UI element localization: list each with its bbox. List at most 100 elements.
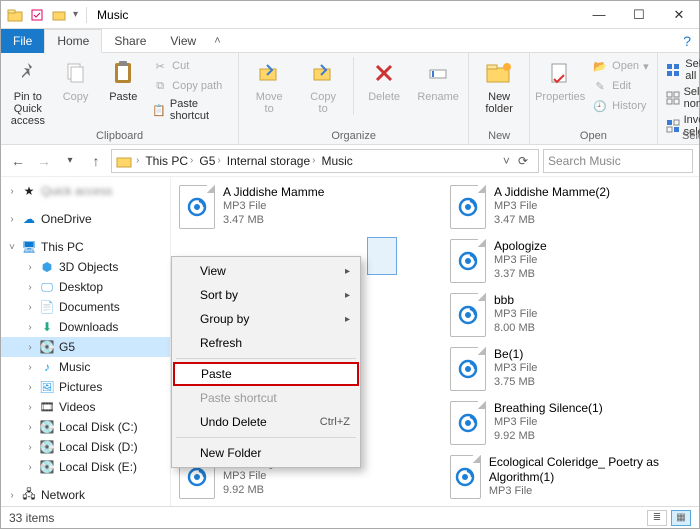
copy-to-icon	[307, 57, 339, 89]
maximize-button[interactable]: ☐	[619, 1, 659, 29]
file-item[interactable]: ApologizeMP3 File3.37 MB	[450, 239, 691, 283]
nav-3dobjects[interactable]: ›⬢3D Objects	[1, 257, 170, 277]
file-item[interactable]: A Jiddishe Mamme(2)MP3 File3.47 MB	[450, 185, 691, 229]
minimize-button[interactable]: —	[579, 1, 619, 29]
paste-button[interactable]: Paste	[102, 57, 144, 103]
tab-view[interactable]: View	[158, 29, 208, 53]
ribbon-tabs: File Home Share View ˄ ?	[1, 29, 699, 53]
mp3-file-icon	[450, 239, 486, 283]
recent-locations-button[interactable]: ▾	[59, 150, 81, 172]
select-all-button[interactable]: Select all	[664, 57, 700, 83]
address-dropdown-icon[interactable]: ˅	[503, 154, 510, 168]
select-none-button[interactable]: Select none	[664, 85, 700, 111]
close-button[interactable]: ✕	[659, 1, 699, 29]
file-item[interactable]: A Jiddishe MammeMP3 File3.47 MB	[179, 185, 420, 229]
mp3-file-icon	[450, 401, 486, 445]
pin-icon	[12, 57, 44, 89]
nav-disk-d[interactable]: ›💽Local Disk (D:)	[1, 437, 170, 457]
status-bar: 33 items ≣ ▦	[1, 506, 699, 528]
crumb-thispc[interactable]: This PC›	[143, 154, 195, 168]
star-icon: ★	[21, 183, 37, 199]
ctx-view[interactable]: View▸	[174, 259, 358, 283]
delete-button[interactable]: Delete	[360, 57, 408, 103]
copy-button[interactable]: Copy	[55, 57, 97, 103]
ctx-paste[interactable]: Paste	[173, 362, 359, 386]
ctx-refresh[interactable]: Refresh	[174, 331, 358, 355]
tab-home[interactable]: Home	[44, 29, 102, 53]
nav-disk-e[interactable]: ›💽Local Disk (E:)	[1, 457, 170, 477]
tab-file[interactable]: File	[1, 29, 44, 53]
file-size: 3.37 MB	[494, 268, 547, 282]
ctx-undo-delete[interactable]: Undo DeleteCtrl+Z	[174, 410, 358, 434]
cloud-icon: ☁	[21, 211, 37, 227]
history-button[interactable]: 🕘History	[590, 97, 650, 115]
nav-g5[interactable]: ›💽G5	[1, 337, 170, 357]
forward-button[interactable]: →	[33, 150, 55, 172]
copy-path-button[interactable]: ⧉Copy path	[150, 77, 232, 95]
qat-properties-icon[interactable]	[29, 7, 45, 23]
crumb-g5[interactable]: G5›	[197, 154, 222, 168]
new-folder-icon	[483, 57, 515, 89]
nav-quick-access[interactable]: ›★Quick access	[1, 181, 170, 201]
file-name: A Jiddishe Mamme	[223, 185, 324, 200]
help-icon[interactable]: ?	[683, 33, 691, 49]
edit-icon: ✎	[592, 78, 608, 94]
qat-more-icon[interactable]: ▾	[73, 9, 78, 20]
pc-icon: 🖥	[21, 239, 37, 255]
tab-share[interactable]: Share	[102, 29, 158, 53]
search-input[interactable]: Search Music	[543, 149, 693, 173]
crumb-internal[interactable]: Internal storage›	[225, 154, 318, 168]
nav-network[interactable]: ›🖧Network	[1, 485, 170, 505]
nav-disk-c[interactable]: ›💽Local Disk (C:)	[1, 417, 170, 437]
pin-quick-access-button[interactable]: Pin to Quick access	[7, 57, 49, 127]
file-type: MP3 File	[494, 362, 537, 376]
nav-onedrive[interactable]: ›☁OneDrive	[1, 209, 170, 229]
ribbon: Pin to Quick access Copy Paste ✂Cut ⧉Cop…	[1, 53, 699, 145]
open-button[interactable]: 📂Open ▾	[590, 57, 650, 75]
cube-icon: ⬢	[39, 259, 55, 275]
new-folder-button[interactable]: New folder	[475, 57, 523, 115]
ribbon-collapse-icon[interactable]: ˄	[208, 35, 226, 47]
selection-marquee	[367, 237, 397, 275]
nav-videos[interactable]: ›🎞Videos	[1, 397, 170, 417]
properties-button[interactable]: Properties	[536, 57, 584, 103]
mp3-file-icon	[450, 347, 486, 391]
paste-shortcut-button[interactable]: 📋Paste shortcut	[150, 97, 232, 123]
rename-button[interactable]: Rename	[414, 57, 462, 103]
file-item[interactable]: Breathing Silence(1)MP3 File9.92 MB	[450, 401, 691, 445]
up-button[interactable]: ↑	[85, 150, 107, 172]
view-details-button[interactable]: ≣	[647, 510, 667, 526]
ctx-group-by[interactable]: Group by▸	[174, 307, 358, 331]
file-item[interactable]: Be(1)MP3 File3.75 MB	[450, 347, 691, 391]
nav-desktop[interactable]: ›🖵Desktop	[1, 277, 170, 297]
mp3-file-icon	[179, 185, 215, 229]
crumb-music[interactable]: Music	[319, 154, 354, 168]
nav-music[interactable]: ›♪Music	[1, 357, 170, 377]
file-type: MP3 File	[494, 308, 537, 322]
back-button[interactable]: ←	[7, 150, 29, 172]
ctx-new-folder[interactable]: New Folder	[174, 441, 358, 465]
cut-button[interactable]: ✂Cut	[150, 57, 232, 75]
drive-icon: 💽	[39, 419, 55, 435]
ctx-sort-by[interactable]: Sort by▸	[174, 283, 358, 307]
breadcrumb[interactable]: › This PC› G5› Internal storage› Music ˅…	[111, 149, 539, 173]
nav-this-pc[interactable]: ˅🖥This PC	[1, 237, 170, 257]
file-item[interactable]: Ecological Coleridge_ Poetry as Algorith…	[450, 455, 691, 499]
nav-pictures[interactable]: ›🖼Pictures	[1, 377, 170, 397]
nav-downloads[interactable]: ›⬇Downloads	[1, 317, 170, 337]
downloads-icon: ⬇	[39, 319, 55, 335]
nav-documents[interactable]: ›📄Documents	[1, 297, 170, 317]
edit-button[interactable]: ✎Edit	[590, 77, 650, 95]
mp3-file-icon	[450, 293, 486, 337]
view-large-button[interactable]: ▦	[671, 510, 691, 526]
qat-newfolder-icon[interactable]	[51, 7, 67, 23]
pictures-icon: 🖼	[39, 379, 55, 395]
open-icon: 📂	[592, 58, 608, 74]
file-item[interactable]: bbbMP3 File8.00 MB	[450, 293, 691, 337]
move-to-button[interactable]: Move to	[245, 57, 293, 115]
file-name: Ecological Coleridge_ Poetry as Algorith…	[489, 455, 691, 485]
copy-to-button[interactable]: Copy to	[299, 57, 347, 115]
rename-icon	[422, 57, 454, 89]
refresh-button[interactable]: ⟳	[512, 154, 534, 168]
address-bar: ← → ▾ ↑ › This PC› G5› Internal storage›…	[1, 145, 699, 177]
